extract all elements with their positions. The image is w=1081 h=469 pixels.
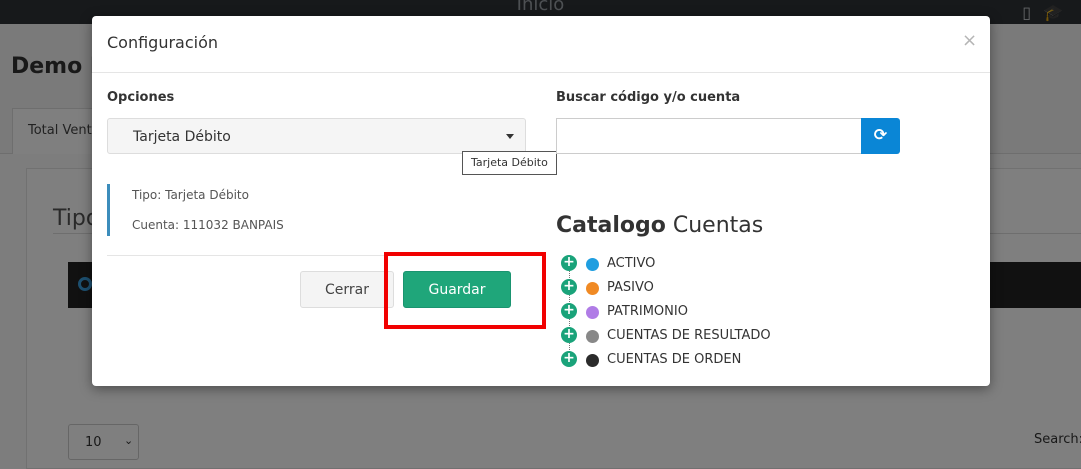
refresh-button[interactable]: ⟳ [861,118,900,154]
refresh-icon: ⟳ [873,125,888,144]
options-selected-value: Tarjeta Débito [133,129,231,145]
modal-header: Configuración × [92,16,990,73]
close-icon[interactable]: × [962,30,977,51]
catalog-title-rest: Cuentas [672,213,764,238]
cerrar-button[interactable]: Cerrar [300,271,394,308]
options-select[interactable]: Tarjeta Débito [107,118,526,154]
tree-label[interactable]: CUENTAS DE ORDEN [607,352,741,367]
catalog-title: Catalogo Cuentas [556,213,763,238]
configuration-modal: Configuración × Opciones Tarjeta Débito … [92,16,990,386]
info-block: Tipo: Tarjeta Débito Cuenta: 111032 BANP… [107,184,407,236]
status-dot-icon [586,330,599,343]
info-tipo: Tipo: Tarjeta Débito [132,188,249,202]
search-account-input[interactable] [556,118,862,154]
status-dot-icon [586,354,599,367]
plus-icon[interactable]: + [561,303,577,319]
tree-label[interactable]: PASIVO [607,280,654,295]
catalog-title-bold: Catalogo [556,213,666,238]
plus-icon[interactable]: + [561,327,577,343]
plus-icon[interactable]: + [561,351,577,367]
tree-label[interactable]: ACTIVO [607,256,655,271]
status-dot-icon [586,282,599,295]
options-label: Opciones [107,90,175,105]
status-dot-icon [586,306,599,319]
plus-icon[interactable]: + [561,279,577,295]
tree-label[interactable]: CUENTAS DE RESULTADO [607,328,771,343]
highlight-box [384,252,546,329]
caret-down-icon [506,134,514,139]
plus-icon[interactable]: + [561,255,577,271]
search-account-label: Buscar código y/o cuenta [556,90,741,105]
status-dot-icon [586,258,599,271]
tooltip: Tarjeta Débito [462,151,557,175]
modal-title: Configuración [107,33,219,52]
tree-label[interactable]: PATRIMONIO [607,304,688,319]
info-cuenta: Cuenta: 111032 BANPAIS [132,218,284,232]
